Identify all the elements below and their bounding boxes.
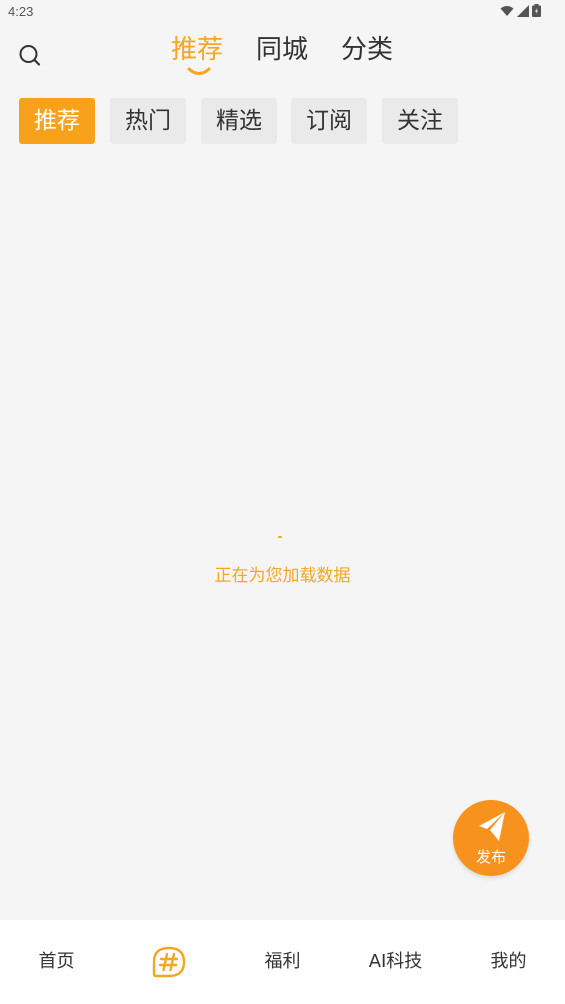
active-tab-indicator	[187, 67, 211, 75]
nav-home-label: 首页	[38, 951, 75, 972]
nav-me-label: 我的	[490, 951, 527, 972]
paper-plane-icon	[479, 812, 505, 841]
nav-ai-tech[interactable]: AI科技	[339, 920, 452, 1004]
tab-category[interactable]: 分类	[341, 30, 393, 70]
nav-me[interactable]: 我的	[452, 920, 565, 1004]
chip-hot[interactable]: 热门	[110, 98, 186, 144]
loading-spinner	[278, 536, 282, 538]
publish-label: 发布	[475, 848, 506, 866]
cell-signal-icon	[517, 4, 529, 17]
status-icons	[500, 4, 541, 17]
tab-local[interactable]: 同城	[256, 30, 308, 70]
top-tabs: 推荐 同城 分类	[0, 30, 565, 80]
nav-topics[interactable]	[113, 920, 226, 1004]
nav-home[interactable]: 首页	[0, 920, 113, 1004]
bottom-nav: 首页 福利 AI科技 我的	[0, 920, 565, 1004]
nav-welfare[interactable]: 福利	[226, 920, 339, 1004]
chip-featured[interactable]: 精选	[201, 98, 277, 144]
chip-subscribe[interactable]: 订阅	[291, 98, 367, 144]
loading-text: 正在为您加载数据	[214, 566, 351, 586]
nav-welfare-label: 福利	[264, 951, 301, 972]
status-bar: 4:23	[0, 0, 565, 24]
wifi-icon	[500, 5, 514, 16]
tab-recommend[interactable]: 推荐	[171, 30, 223, 70]
publish-button[interactable]: 发布	[453, 800, 529, 876]
chip-recommend[interactable]: 推荐	[19, 98, 95, 144]
hashtag-icon	[152, 946, 186, 978]
battery-icon	[532, 4, 541, 17]
chip-follow[interactable]: 关注	[382, 98, 458, 144]
status-time: 4:23	[8, 4, 34, 19]
nav-ai-tech-label: AI科技	[368, 951, 423, 972]
